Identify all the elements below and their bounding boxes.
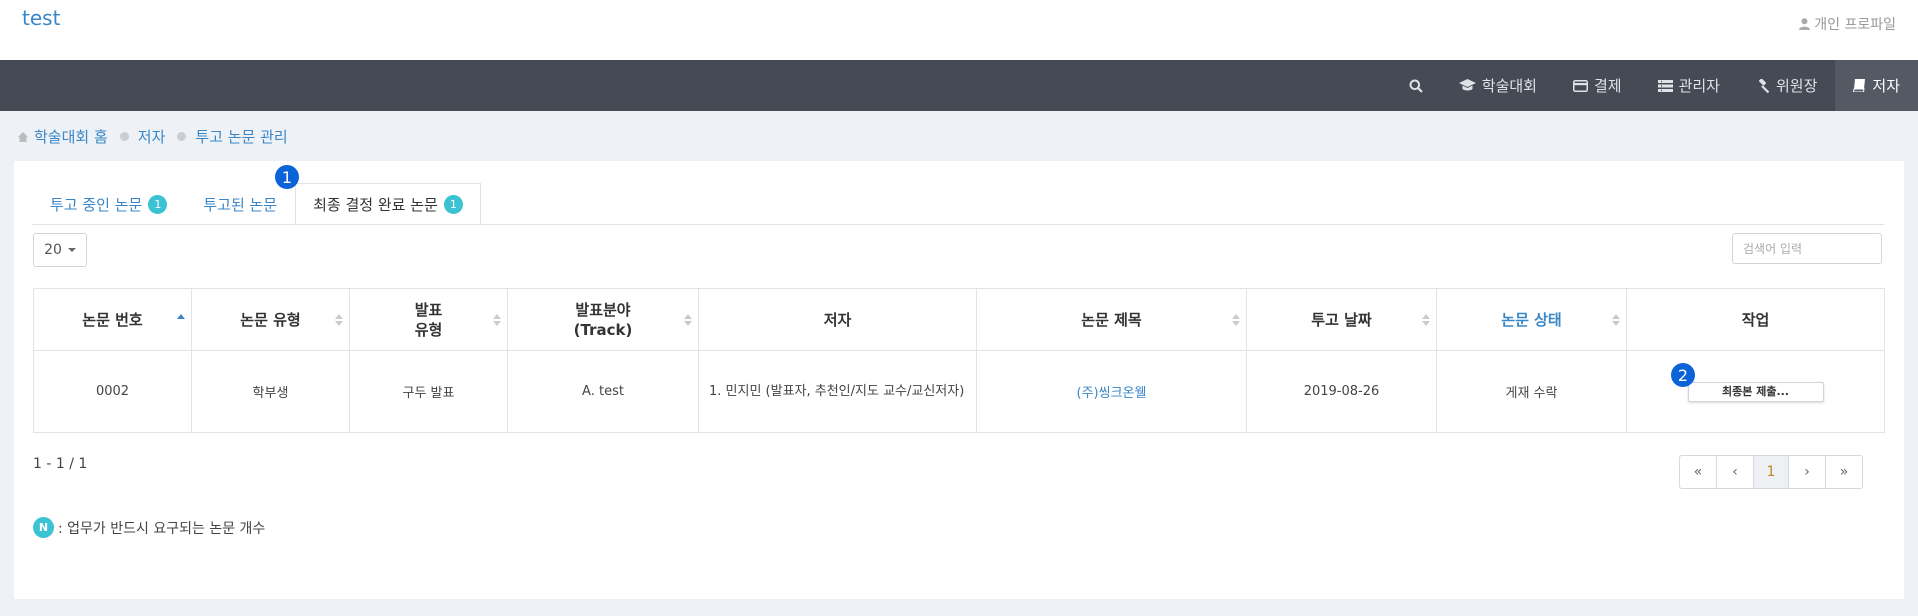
paper-tabs: 투고 중인 논문 1 투고된 논문 최종 결정 완료 논문 1	[32, 183, 481, 225]
sort-icon	[493, 313, 501, 326]
result-count: 1 - 1 / 1	[33, 456, 88, 472]
breadcrumb: 학술대회 홈 저자 투고 논문 관리	[18, 126, 288, 147]
tab-final-decision-papers[interactable]: 최종 결정 완료 논문 1	[295, 183, 481, 225]
page-size-select[interactable]: 20	[33, 233, 87, 267]
column-header-number[interactable]: 논문 번호	[33, 288, 192, 351]
page-current-button[interactable]: 1	[1753, 455, 1789, 489]
tab-submitted-papers[interactable]: 투고된 논문	[185, 183, 295, 224]
nav-item-payment[interactable]: 결제	[1555, 60, 1640, 111]
breadcrumb-separator	[177, 132, 187, 141]
column-header-presentation[interactable]: 발표 유형	[349, 288, 508, 351]
column-header-label: 저자	[823, 310, 852, 329]
sort-icon	[1232, 313, 1240, 326]
table-row: 0002 학부생 구두 발표 A. test 1. 민지민 (발표자, 추천인/…	[33, 350, 1885, 433]
profile-label: 개인 프로파일	[1814, 17, 1896, 33]
nav-search-button[interactable]	[1391, 60, 1441, 111]
column-header-type[interactable]: 논문 유형	[191, 288, 350, 351]
annotation-marker-1: 1	[275, 165, 299, 189]
column-header-title[interactable]: 논문 제목	[976, 288, 1247, 351]
caret-down-icon	[67, 248, 76, 252]
breadcrumb-home[interactable]: 학술대회 홈	[34, 126, 108, 147]
credit-card-icon	[1572, 79, 1588, 92]
column-header-date[interactable]: 투고 날짜	[1246, 288, 1437, 351]
brand-title[interactable]: test	[22, 6, 60, 30]
sort-asc-icon	[177, 313, 185, 326]
gavel-icon	[1759, 78, 1770, 93]
nav-item-label: 관리자	[1678, 77, 1720, 95]
book-icon	[1853, 79, 1866, 92]
tab-submitting-papers[interactable]: 투고 중인 논문 1	[32, 183, 185, 224]
cell-status: 게재 수락	[1436, 350, 1627, 433]
graduation-cap-icon	[1458, 79, 1476, 91]
user-icon	[1799, 18, 1811, 30]
column-header-track[interactable]: 발표분야 (Track)	[507, 288, 699, 351]
cell-actions: 2 최종본 제출...	[1626, 350, 1885, 433]
column-header-authors: 저자	[698, 288, 977, 351]
cell-type: 학부생	[191, 350, 350, 433]
table-header-row: 논문 번호 논문 유형 발표 유형 발표분야 (Track) 저자 논문 제목 …	[33, 288, 1885, 351]
nav-item-conference[interactable]: 학술대회	[1441, 60, 1555, 111]
column-header-label: 발표분야 (Track)	[573, 300, 633, 339]
main-navbar: 학술대회 결제 관리자 위원장 저자	[0, 60, 1918, 111]
cell-authors: 1. 민지민 (발표자, 추천인/지도 교수/교신저자)	[698, 350, 977, 433]
nav-item-label: 위원장	[1775, 77, 1818, 95]
cell-title-link[interactable]: (주)씽크온웰	[976, 350, 1247, 433]
sort-icon	[1612, 313, 1620, 326]
tab-count-badge: 1	[148, 194, 168, 214]
legend: N : 업무가 반드시 요구되는 논문 개수	[33, 517, 265, 538]
breadcrumb-current[interactable]: 투고 논문 관리	[195, 126, 287, 147]
nav-item-admin[interactable]: 관리자	[1640, 60, 1738, 111]
profile-link[interactable]: 개인 프로파일	[1799, 14, 1896, 34]
page-last-button[interactable]: »	[1825, 455, 1863, 489]
cell-number: 0002	[33, 350, 192, 433]
nav-item-label: 학술대회	[1481, 77, 1537, 95]
tab-label: 최종 결정 완료 논문	[313, 196, 438, 214]
legend-badge: N	[33, 517, 54, 538]
sort-icon	[684, 313, 692, 326]
nav-item-label: 저자	[1872, 77, 1900, 95]
breadcrumb-separator	[119, 132, 129, 141]
column-header-status[interactable]: 논문 상태	[1436, 288, 1627, 351]
breadcrumb-author[interactable]: 저자	[138, 126, 166, 147]
page-first-button[interactable]: «	[1679, 455, 1717, 489]
column-header-label: 발표 유형	[414, 300, 443, 339]
tab-label: 투고된 논문	[203, 195, 278, 214]
search-input[interactable]	[1732, 233, 1882, 264]
legend-text: : 업무가 반드시 요구되는 논문 개수	[58, 520, 266, 537]
page-next-button[interactable]: ›	[1788, 455, 1826, 489]
content-panel: 투고 중인 논문 1 투고된 논문 최종 결정 완료 논문 1 1 20 논문 …	[14, 161, 1904, 599]
column-header-label: 논문 제목	[1081, 310, 1142, 329]
search-icon	[1409, 79, 1423, 93]
nav-item-chair[interactable]: 위원장	[1738, 60, 1835, 111]
column-header-label: 논문 유형	[240, 310, 301, 329]
column-header-actions: 작업	[1626, 288, 1885, 351]
top-header: test 개인 프로파일	[0, 0, 1918, 60]
submit-final-version-button[interactable]: 최종본 제출...	[1687, 381, 1824, 402]
column-header-label: 투고 날짜	[1311, 310, 1372, 329]
column-header-label: 논문 번호	[82, 310, 143, 329]
tab-label: 투고 중인 논문	[50, 195, 143, 214]
pagination: « ‹ 1 › »	[1679, 455, 1863, 489]
column-header-label: 논문 상태	[1501, 310, 1562, 329]
page-prev-button[interactable]: ‹	[1716, 455, 1754, 489]
cell-date: 2019-08-26	[1246, 350, 1437, 433]
tab-count-badge: 1	[443, 195, 463, 214]
tab-divider	[32, 224, 1884, 225]
nav-item-label: 결제	[1593, 77, 1622, 95]
annotation-marker-2: 2	[1671, 363, 1695, 387]
column-header-label: 작업	[1741, 310, 1770, 329]
nav-item-author[interactable]: 저자	[1835, 60, 1918, 111]
papers-table: 논문 번호 논문 유형 발표 유형 발표분야 (Track) 저자 논문 제목 …	[33, 288, 1885, 433]
home-icon	[18, 131, 28, 142]
cell-track: A. test	[507, 350, 699, 433]
cell-presentation: 구두 발표	[349, 350, 508, 433]
list-icon	[1657, 79, 1673, 92]
sort-icon	[1422, 313, 1430, 326]
page-size-value: 20	[44, 242, 62, 258]
sort-icon	[335, 313, 343, 326]
